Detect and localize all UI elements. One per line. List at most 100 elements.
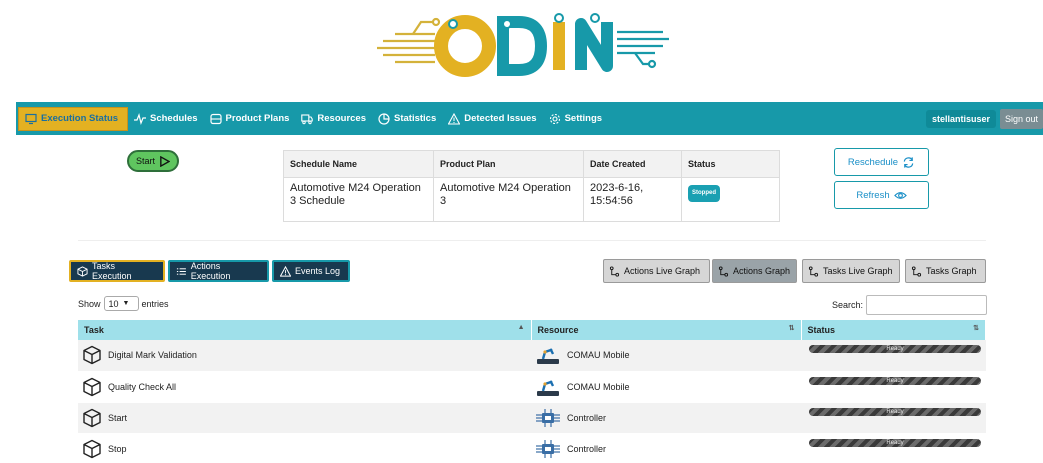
nav-settings[interactable]: Settings bbox=[543, 107, 608, 131]
col-status-label: Status bbox=[807, 325, 836, 335]
table-row[interactable]: Quality Check All COMAU Mobile Ready bbox=[78, 371, 986, 403]
search-label: Search: bbox=[832, 300, 864, 310]
col-task-label: Task bbox=[84, 325, 104, 335]
col-date-created: Date Created bbox=[583, 150, 682, 178]
col-schedule-name: Schedule Name bbox=[283, 150, 434, 178]
search-input[interactable] bbox=[866, 295, 988, 315]
reschedule-button[interactable]: Reschedule bbox=[834, 148, 929, 176]
status-label: Ready bbox=[886, 346, 904, 353]
cube-icon bbox=[82, 345, 102, 365]
nav-user-area: stellantisuser Sign out bbox=[925, 102, 1043, 135]
entries-select[interactable]: 10 ▼ bbox=[103, 296, 139, 311]
table-row[interactable]: Stop Controller Ready bbox=[78, 433, 986, 463]
date-created: 2023-6-16, 15:54:56 bbox=[583, 177, 682, 222]
section-divider bbox=[78, 240, 986, 241]
odin-logo bbox=[377, 13, 669, 77]
col-task[interactable]: Task ▲ bbox=[78, 320, 532, 340]
sort-icon: ⇅ bbox=[788, 325, 795, 332]
nav-statistics[interactable]: Statistics bbox=[372, 107, 442, 131]
col-resource[interactable]: Resource ⇅ bbox=[531, 320, 802, 340]
resource-name: COMAU Mobile bbox=[567, 350, 630, 361]
col-status[interactable]: Status ⇅ bbox=[801, 320, 986, 340]
tab-label: Actions Execution bbox=[190, 261, 231, 281]
eye-icon bbox=[893, 191, 907, 199]
nav-label: Detected Issues bbox=[464, 113, 537, 124]
warning-icon bbox=[448, 112, 461, 125]
nav-label: Schedules bbox=[150, 113, 198, 124]
task-name: Start bbox=[108, 412, 128, 423]
show-entries-control: Show 10 ▼ entries bbox=[78, 296, 169, 311]
nav-schedules[interactable]: Schedules bbox=[128, 107, 204, 131]
sort-icon: ⇅ bbox=[973, 325, 979, 332]
nav-label: Product Plans bbox=[225, 113, 290, 124]
tab-tasks-execution[interactable]: Tasks Execution bbox=[69, 260, 165, 282]
tab-label: Events Log bbox=[295, 266, 341, 276]
tab-label: Tasks Execution bbox=[92, 261, 132, 281]
robot-icon bbox=[535, 377, 561, 397]
actions-live-graph-button[interactable]: Actions Live Graph bbox=[603, 259, 710, 283]
tab-events-log[interactable]: Events Log bbox=[272, 260, 350, 282]
resource-name: Controller bbox=[567, 412, 607, 423]
refresh-button[interactable]: Refresh bbox=[834, 181, 929, 209]
chevron-down-icon: ▼ bbox=[122, 300, 130, 307]
start-label: Start bbox=[135, 156, 155, 166]
nav-product-plans[interactable]: Product Plans bbox=[204, 107, 296, 131]
list-icon bbox=[176, 267, 186, 275]
status-progress-bar: Ready bbox=[809, 438, 981, 447]
entries-value: 10 bbox=[108, 298, 119, 309]
status-badge: Stopped bbox=[688, 185, 720, 202]
status-progress-bar: Ready bbox=[809, 407, 981, 416]
controller-icon bbox=[535, 439, 561, 459]
actions-graph-button[interactable]: Actions Graph bbox=[712, 259, 797, 283]
col-product-plan: Product Plan bbox=[433, 150, 584, 178]
table-search: Search: bbox=[832, 295, 988, 315]
nav-resources[interactable]: Resources bbox=[295, 107, 372, 131]
status-label: Ready bbox=[886, 377, 904, 384]
graph-label: Tasks Live Graph bbox=[823, 266, 893, 276]
table-row[interactable]: Start Controller Ready bbox=[78, 402, 986, 434]
graph-label: Tasks Graph bbox=[926, 266, 977, 276]
schedule-name: Automotive M24 Operation 3 Schedule bbox=[283, 177, 434, 222]
schedule-info-table: Schedule Name Product Plan Date Created … bbox=[283, 150, 780, 222]
graph-label: Actions Live Graph bbox=[624, 266, 701, 276]
tasks-graph-button[interactable]: Tasks Graph bbox=[905, 259, 986, 283]
graph-label: Actions Graph bbox=[733, 266, 791, 276]
task-name: Digital Mark Validation bbox=[108, 350, 197, 361]
start-button[interactable]: Start bbox=[127, 150, 179, 172]
graph-icon bbox=[718, 265, 729, 277]
nav-detected-issues[interactable]: Detected Issues bbox=[442, 107, 542, 131]
graph-icon bbox=[808, 265, 819, 277]
graph-icon bbox=[609, 265, 620, 277]
resource-name: COMAU Mobile bbox=[567, 381, 630, 392]
task-name: Quality Check All bbox=[108, 381, 177, 392]
table-row[interactable]: Digital Mark Validation COMAU Mobile Ready bbox=[78, 340, 986, 372]
show-label: Show bbox=[78, 298, 101, 309]
gear-icon bbox=[549, 113, 560, 124]
tab-actions-execution[interactable]: Actions Execution bbox=[168, 260, 269, 282]
warning-icon bbox=[280, 265, 291, 277]
nav-label: Statistics bbox=[394, 113, 437, 124]
username-badge[interactable]: stellantisuser bbox=[925, 109, 996, 128]
refresh-label: Refresh bbox=[856, 189, 890, 201]
play-icon bbox=[160, 155, 170, 167]
nav-execution-status[interactable]: Execution Status bbox=[18, 106, 128, 131]
status-progress-bar: Ready bbox=[809, 345, 981, 354]
robot-icon bbox=[535, 345, 561, 365]
nav-label: Settings bbox=[564, 113, 603, 124]
cube-icon bbox=[82, 439, 102, 459]
sign-out-button[interactable]: Sign out bbox=[999, 108, 1043, 129]
truck-icon bbox=[301, 113, 314, 124]
controller-icon bbox=[535, 408, 561, 428]
activity-icon bbox=[134, 112, 146, 125]
nav-label: Execution Status bbox=[41, 113, 119, 124]
cube-icon bbox=[77, 265, 88, 277]
main-navbar: Execution Status Schedules Product Plans… bbox=[16, 102, 1043, 135]
reschedule-label: Reschedule bbox=[847, 156, 899, 168]
cube-icon bbox=[82, 377, 102, 397]
task-name: Stop bbox=[108, 443, 127, 454]
col-resource-label: Resource bbox=[537, 325, 579, 335]
tasks-live-graph-button[interactable]: Tasks Live Graph bbox=[802, 259, 900, 283]
col-status: Status bbox=[681, 150, 780, 178]
status-label: Ready bbox=[886, 408, 904, 415]
status-label: Ready bbox=[886, 439, 904, 446]
